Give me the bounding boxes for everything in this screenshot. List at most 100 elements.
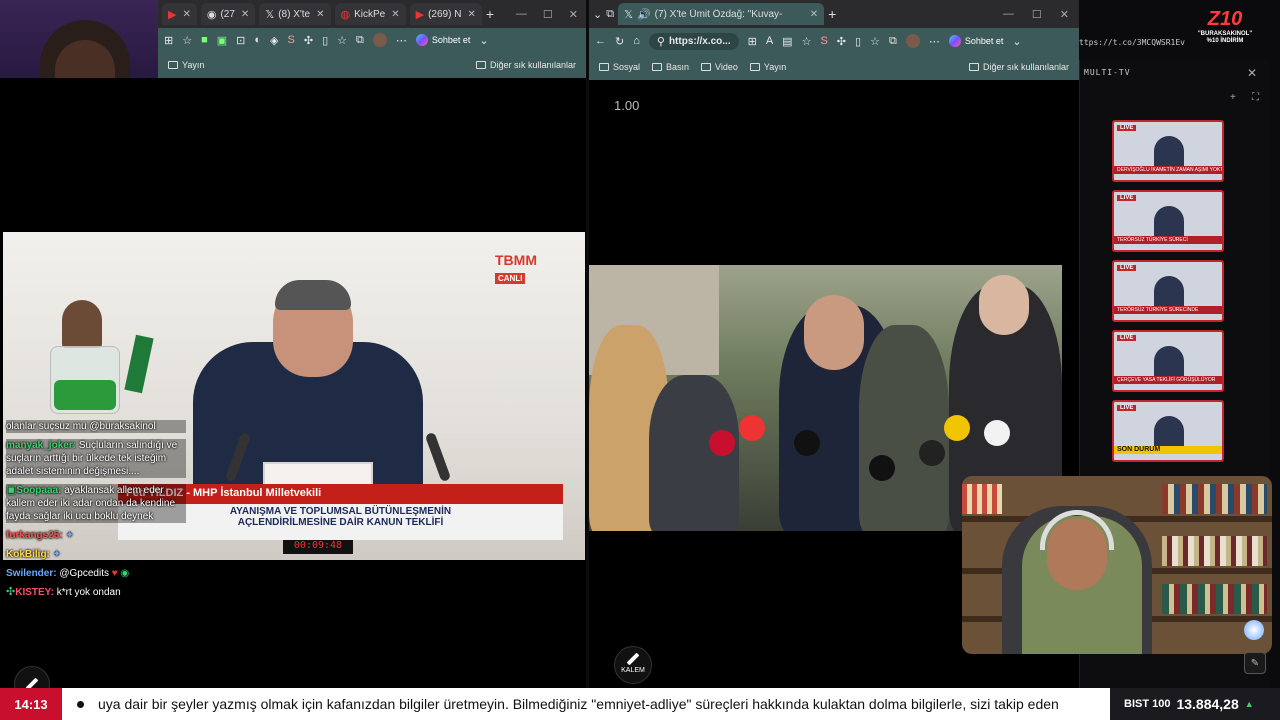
favorite-yayin[interactable]: Yayın [168,60,204,70]
youtube-icon: ▶ [168,8,177,21]
close-icon[interactable]: ✕ [391,9,399,20]
sohbet-button[interactable]: Sohbet et [415,34,470,46]
fullscreen-icon[interactable]: ⛶ [1252,92,1259,103]
chat-overlay: olanlar suçsuz mu @buraksakinol manyak_j… [6,420,186,605]
split-icon[interactable]: ▯ [322,34,328,47]
extension-icon[interactable]: S [820,35,827,47]
minimize-icon[interactable]: — [516,8,527,20]
other-favorites[interactable]: Diğer sık kullanılanlar [475,60,576,70]
minimize-icon[interactable]: — [1003,8,1014,20]
new-tab-icon[interactable]: + [486,6,494,22]
extension-icon[interactable]: S [288,34,295,46]
window-close-icon[interactable]: ✕ [1060,8,1069,21]
tab-1[interactable]: ▶ ✕ [162,3,197,25]
favorites-icon[interactable]: ☆ [870,35,880,48]
edit-icon[interactable]: ✎ [1244,652,1266,674]
news-ticker: 14:13 uya dair bir şeyler yazmış olmak i… [0,688,1280,720]
youtube-icon: ▶ [415,8,425,21]
profile-avatar[interactable] [372,33,387,47]
other-favorites[interactable]: Diğer sık kullanılanlar [968,62,1069,72]
home-icon[interactable]: ⌂ [633,35,640,47]
person-face [979,275,1029,335]
new-tab-icon[interactable]: + [828,6,836,22]
playback-speed[interactable]: 1.00 [614,98,639,113]
star-icon[interactable]: ☆ [182,34,192,47]
microphone-icon [984,420,1010,446]
extension-icon[interactable]: ◈ [270,34,278,47]
favorites-icon[interactable]: ☆ [337,34,347,47]
maximize-icon[interactable]: ☐ [1032,8,1042,21]
favorite-sosyal[interactable]: Sosyal [599,62,640,72]
add-icon[interactable]: + [1230,92,1236,103]
tab-list-icon[interactable]: ⌄ [593,8,602,21]
lock-icon: ⚲ [656,35,665,48]
sohbet-button[interactable]: Sohbet et [948,35,1003,47]
tab-3[interactable]: 𝕏 (8) X'te ✕ [259,3,331,25]
workspaces-icon[interactable]: ⧉ [606,8,614,21]
grid-icon[interactable]: ⊞ [748,35,757,48]
extension-icon[interactable]: ⊡ [236,34,245,47]
tab-5[interactable]: ▶ (269) N ✕ [409,3,482,25]
puzzle-icon[interactable]: ✣ [304,34,313,47]
extension-icon[interactable]: ▣ [217,34,227,47]
favorite-basin[interactable]: Basın [652,62,689,72]
multitv-thumb[interactable]: LIVE TERÖRSÜZ TÜRKİYE SÜRECİ [1112,190,1224,252]
multitv-thumb[interactable]: LIVE SON DURUM [1112,400,1224,462]
extension-icon[interactable]: ■ [201,34,208,46]
close-icon[interactable]: ✕ [1247,66,1257,80]
maximize-icon[interactable]: ☐ [543,8,553,21]
thumb-figure [1154,276,1184,310]
more-icon[interactable]: ⋯ [396,34,407,47]
close-icon[interactable]: ✕ [182,9,190,20]
url-snippet: ttps://t.co/3MCQWSR1Ev [1079,38,1185,47]
kick-icon: ◍ [340,8,351,21]
thumb-band: SON DURUM [1114,446,1222,454]
extension-icon[interactable]: ◐ [254,34,261,46]
tab-4[interactable]: ◍ KickPe ✕ [334,3,406,25]
bist-value: 13.884,28 [1176,696,1239,712]
chevron-down-icon[interactable]: ⌄ [1012,35,1021,48]
chat-message: Swilender: @Gpcedits ♥ ◉ [6,567,186,580]
puzzle-icon[interactable]: ✣ [837,35,846,48]
profile-avatar[interactable] [905,34,920,48]
tab-2[interactable]: ◉ (27 ✕ [200,3,256,25]
favorite-yayin[interactable]: Yayın [749,62,786,72]
tab-label: (7) X'te Ümit Özdağ: "Kuvay- [654,8,783,20]
badge-icon: ✣ [6,586,16,598]
live-badge: LIVE [1117,195,1137,201]
app-icon[interactable]: ▤ [782,35,792,48]
favorite-label: Basın [666,62,690,72]
close-icon[interactable]: ✕ [467,9,475,20]
multitv-thumb[interactable]: LIVE DERVİŞOĞLU İKAMETİN ZAMAN AŞIMI YOKT… [1112,120,1224,182]
multitv-thumb[interactable]: LIVE ÇERÇEVE YASA TEKLİFİ GÖRÜŞÜLÜYOR [1112,330,1224,392]
more-icon[interactable]: ⋯ [929,35,940,48]
close-icon[interactable]: ✕ [810,9,818,20]
session-clock: 00:09:48 [283,540,353,554]
ticker-text: uya dair bir şeyler yazmış olmak için ka… [98,696,1059,712]
pen-tool-button[interactable]: KALEM [614,646,652,684]
refresh-icon[interactable]: ↻ [615,35,624,48]
chat-message: furkangs25: ✦ [6,529,186,542]
read-icon[interactable]: A [766,35,773,47]
books [1162,584,1267,614]
multitv-thumb[interactable]: LIVE TERÖRSÜZ TÜRKİYE SÜRECİNDE [1112,260,1224,322]
close-icon[interactable]: ✕ [241,9,249,20]
chat-user: KokBilig: [6,549,50,560]
favorite-video[interactable]: Video [701,62,738,72]
collections-icon[interactable]: ⧉ [889,35,897,48]
grid-icon[interactable]: ⊞ [164,34,173,47]
close-icon[interactable]: ✕ [316,9,324,20]
left-favorites-bar: Yayın Diğer sık kullanılanlar [158,52,586,78]
back-icon[interactable]: ← [595,35,606,47]
split-icon[interactable]: ▯ [855,35,861,48]
star-icon[interactable]: ☆ [802,35,812,48]
tab-active[interactable]: 𝕏 🔊 (7) X'te Ümit Özdağ: "Kuvay- ✕ [618,3,825,25]
chevron-down-icon[interactable]: ⌄ [479,34,488,47]
speaker-icon[interactable]: 🔊 [637,8,651,21]
books [962,484,1002,514]
tab-label: (269) N [428,8,462,20]
collections-icon[interactable]: ⧉ [356,34,364,47]
window-close-icon[interactable]: ✕ [569,8,578,21]
ticker-time: 14:13 [0,688,62,720]
address-bar[interactable]: ⚲ https://x.co... [648,32,739,50]
